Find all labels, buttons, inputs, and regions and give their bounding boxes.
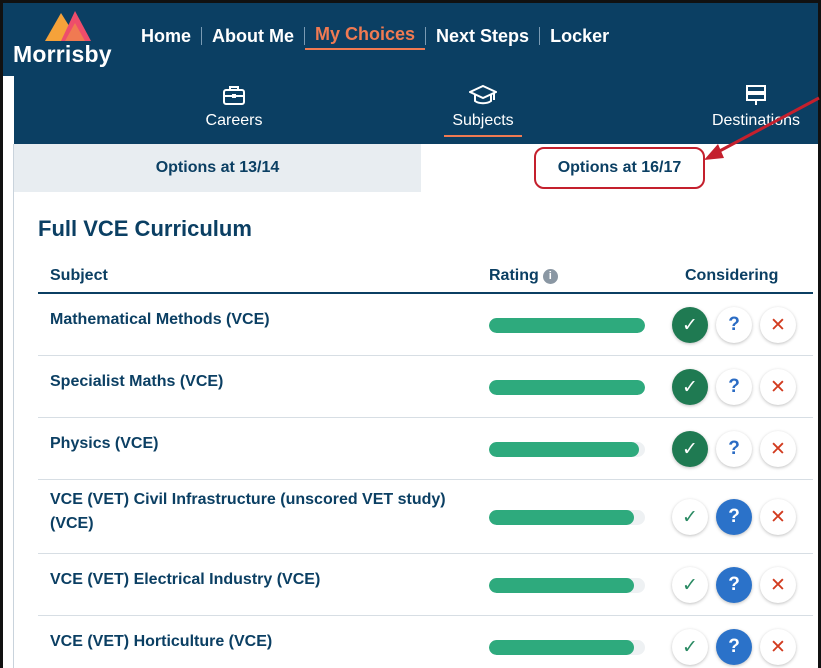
rating-bar-fill [489,578,635,593]
subnav-careers[interactable]: Careers [184,76,284,144]
considering-maybe-button[interactable]: ? [716,369,752,405]
considering-buttons: ✓? ✕ [672,499,804,535]
header-rating: Rating i [489,267,558,285]
considering-buttons: ✓? ✕ [672,567,804,603]
rating-bar [489,510,645,525]
considering-no-button[interactable]: ✕ [760,567,796,603]
considering-maybe-button[interactable]: ? [716,307,752,343]
considering-no-button[interactable]: ✕ [760,431,796,467]
rating-bar [489,442,645,457]
considering-no-button[interactable]: ✕ [760,629,796,665]
subject-name[interactable]: VCE (VET) Electrical Industry (VCE) [50,568,480,592]
table-row: Mathematical Methods (VCE) ✓? ✕ [38,294,813,356]
considering-maybe-button[interactable]: ? [716,499,752,535]
rating-bar [489,640,645,655]
rating-bar-fill [489,442,639,457]
sub-nav: Careers Subjects Destinations [14,76,818,144]
table-row: Specialist Maths (VCE) ✓? ✕ [38,356,813,418]
nav-about-me[interactable]: About Me [202,23,304,49]
tab-options-13-14[interactable]: Options at 13/14 [14,144,421,192]
considering-yes-button[interactable]: ✓ [672,567,708,603]
rating-bar-fill [489,640,635,655]
nav-locker[interactable]: Locker [540,23,619,49]
subject-name[interactable]: VCE (VET) Civil Infrastructure (unscored… [50,488,480,536]
considering-buttons: ✓? ✕ [672,431,804,467]
considering-maybe-button[interactable]: ? [716,629,752,665]
considering-yes-button[interactable]: ✓ [672,629,708,665]
considering-buttons: ✓? ✕ [672,629,804,665]
table-row: VCE (VET) Civil Infrastructure (unscored… [38,480,813,554]
rating-bar-fill [489,318,645,333]
considering-maybe-button[interactable]: ? [716,431,752,467]
briefcase-icon [223,86,245,105]
section-title: Full VCE Curriculum [38,216,252,241]
considering-no-button[interactable]: ✕ [760,307,796,343]
main-nav: Home About Me My Choices Next Steps Lock… [131,21,619,50]
subject-name[interactable]: Physics (VCE) [50,432,480,456]
info-icon[interactable]: i [542,268,558,284]
nav-my-choices[interactable]: My Choices [305,21,426,50]
annotation-arrow-icon [704,96,820,160]
considering-yes-button[interactable]: ✓ [672,431,708,467]
header-subject: Subject [50,267,108,284]
considering-buttons: ✓? ✕ [672,369,804,405]
content-left-border [13,144,14,668]
table-header: Subject Rating i Considering [38,262,813,294]
tab-options-16-17-label: Options at 16/17 [533,147,706,189]
considering-buttons: ✓? ✕ [672,307,804,343]
rating-bar [489,380,645,395]
table-row: VCE (VET) Electrical Industry (VCE) ✓? ✕ [38,554,813,616]
subject-name[interactable]: VCE (VET) Horticulture (VCE) [50,630,480,654]
subject-name[interactable]: Mathematical Methods (VCE) [50,308,480,332]
rating-bar-fill [489,380,645,395]
subnav-careers-label: Careers [205,112,263,129]
considering-yes-button[interactable]: ✓ [672,307,708,343]
subject-name[interactable]: Specialist Maths (VCE) [50,370,480,394]
brand-name: Morrisby [13,41,112,67]
top-header: Morrisby Home About Me My Choices Next S… [3,3,818,76]
considering-yes-button[interactable]: ✓ [672,369,708,405]
table-row: VCE (VET) Horticulture (VCE) ✓? ✕ [38,616,813,668]
table-row: Physics (VCE) ✓? ✕ [38,418,813,480]
graduation-cap-icon [469,84,497,105]
logo-mark-icon [45,11,91,41]
rating-bar [489,578,645,593]
tab-options-13-14-label: Options at 13/14 [155,159,280,176]
rating-bar-fill [489,510,635,525]
header-considering: Considering [685,267,779,284]
morrisby-logo[interactable]: Morrisby [13,7,123,71]
nav-home[interactable]: Home [131,23,201,49]
subnav-subjects-label: Subjects [444,112,522,137]
considering-no-button[interactable]: ✕ [760,499,796,535]
nav-next-steps[interactable]: Next Steps [426,23,539,49]
subnav-subjects[interactable]: Subjects [444,76,522,144]
rating-bar [489,318,645,333]
header-rating-label: Rating [489,267,539,284]
considering-yes-button[interactable]: ✓ [672,499,708,535]
options-tabs: Options at 13/14 Options at 16/17 [14,144,818,192]
considering-no-button[interactable]: ✕ [760,369,796,405]
considering-maybe-button[interactable]: ? [716,567,752,603]
